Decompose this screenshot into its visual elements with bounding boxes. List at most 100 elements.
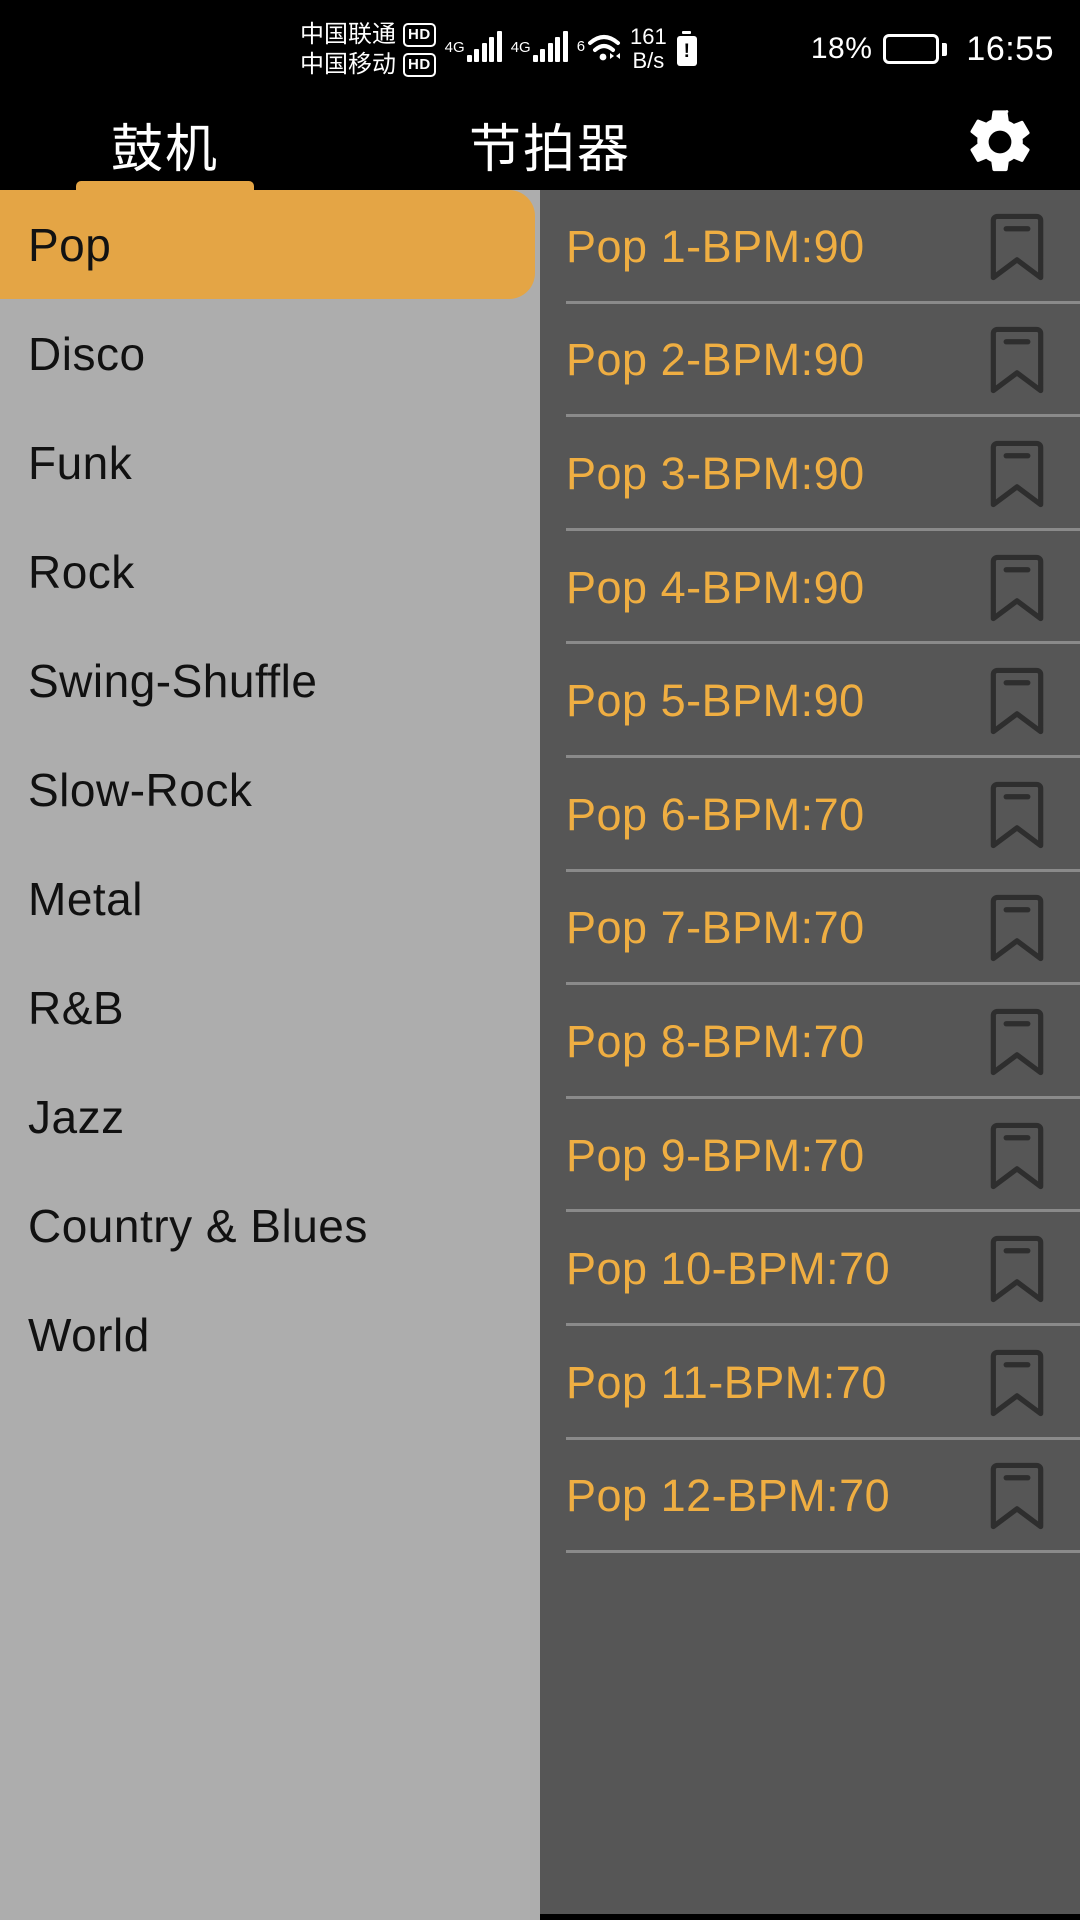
bookmark-icon[interactable] bbox=[978, 662, 1056, 740]
tab-metronome[interactable]: 节拍器 bbox=[330, 98, 770, 190]
battery-warning-body: ! bbox=[676, 36, 697, 66]
sidebar-item-slow-rock[interactable]: Slow-Rock bbox=[0, 735, 540, 844]
bookmark-icon[interactable] bbox=[978, 1230, 1056, 1308]
pattern-row[interactable]: Pop 8-BPM:70 bbox=[540, 985, 1080, 1099]
pattern-list[interactable]: Pop 1-BPM:90 Pop 2-BPM:90 Pop 3-BPM:90 Pop … bbox=[540, 190, 1080, 1920]
bookmark-icon[interactable] bbox=[978, 321, 1056, 399]
tab-drum-machine-label: 鼓机 bbox=[110, 120, 219, 179]
signal-bars-icon: 4G bbox=[444, 31, 502, 66]
bookmark-icon[interactable] bbox=[978, 435, 1056, 513]
bookmark-icon[interactable] bbox=[978, 1003, 1056, 1081]
sidebar-item-label: Jazz bbox=[28, 1090, 125, 1143]
network-generation-label: 4G bbox=[510, 39, 531, 56]
sidebar-item-label: Pop bbox=[28, 218, 112, 271]
row-divider bbox=[566, 1550, 1080, 1554]
sidebar-item-funk[interactable]: Funk bbox=[0, 408, 540, 517]
pattern-row[interactable]: Pop 12-BPM:70 bbox=[540, 1440, 1080, 1554]
carrier-labels: 中国联通 HD 中国移动 HD bbox=[300, 20, 436, 78]
network-generation-label: 4G bbox=[444, 39, 465, 56]
pattern-label: Pop 11-BPM:70 bbox=[566, 1356, 887, 1408]
pattern-label: Pop 6-BPM:70 bbox=[566, 788, 865, 840]
pattern-row[interactable]: Pop 1-BPM:90 bbox=[540, 190, 1080, 304]
battery-icon bbox=[883, 34, 948, 64]
clock-label: 16:55 bbox=[966, 29, 1054, 68]
network-speed: 161 B/s bbox=[630, 23, 667, 74]
bookmark-icon[interactable] bbox=[978, 889, 1056, 967]
sidebar-item-jazz[interactable]: Jazz bbox=[0, 1062, 540, 1171]
tab-metronome-label: 节拍器 bbox=[468, 120, 631, 179]
pattern-label: Pop 2-BPM:90 bbox=[566, 334, 865, 386]
sidebar-item-disco[interactable]: Disco bbox=[0, 299, 540, 408]
signal-bars-glyph bbox=[466, 31, 502, 62]
pattern-label: Pop 9-BPM:70 bbox=[566, 1129, 865, 1181]
bookmark-icon[interactable] bbox=[978, 1344, 1056, 1422]
sidebar-item-label: Slow-Rock bbox=[28, 763, 253, 816]
sidebar-item-label: Disco bbox=[28, 327, 146, 380]
pattern-row[interactable]: Pop 10-BPM:70 bbox=[540, 1212, 1080, 1326]
sidebar-item-country-blues[interactable]: Country & Blues bbox=[0, 1171, 540, 1280]
pattern-row[interactable]: Pop 5-BPM:90 bbox=[540, 644, 1080, 758]
sidebar-item-metal[interactable]: Metal bbox=[0, 844, 540, 953]
sidebar-item-r-b[interactable]: R&B bbox=[0, 953, 540, 1062]
bookmark-icon[interactable] bbox=[978, 549, 1056, 627]
pattern-label: Pop 10-BPM:70 bbox=[566, 1243, 891, 1295]
pattern-label: Pop 8-BPM:70 bbox=[566, 1015, 865, 1067]
pattern-row[interactable]: Pop 11-BPM:70 bbox=[540, 1326, 1080, 1440]
battery-warning-cap bbox=[682, 31, 692, 34]
pattern-label: Pop 3-BPM:90 bbox=[566, 447, 865, 499]
hd-badge: HD bbox=[403, 23, 436, 47]
signal-bars-icon: 4G bbox=[510, 31, 568, 66]
main-content: Pop Disco Funk Rock Swing-Shuffle Slow-Rock Me… bbox=[0, 190, 1080, 1920]
bottom-strip bbox=[540, 1914, 1080, 1920]
battery-shell bbox=[883, 34, 940, 64]
status-bar-center-group: 中国联通 HD 中国移动 HD 4G 4G 6 161 B/s ! bbox=[300, 0, 698, 98]
pattern-label: Pop 1-BPM:90 bbox=[566, 220, 865, 272]
pattern-label: Pop 5-BPM:90 bbox=[566, 675, 865, 727]
status-bar: 中国联通 HD 中国移动 HD 4G 4G 6 161 B/s ! 18% 16… bbox=[0, 0, 1080, 98]
sidebar-item-pop[interactable]: Pop bbox=[0, 190, 540, 299]
carrier-name: 中国联通 bbox=[300, 21, 396, 48]
bookmark-icon[interactable] bbox=[978, 208, 1056, 286]
carrier-name: 中国移动 bbox=[300, 51, 396, 78]
signal-bars-glyph bbox=[532, 31, 568, 62]
pattern-row[interactable]: Pop 9-BPM:70 bbox=[540, 1099, 1080, 1213]
sidebar-item-label: Country & Blues bbox=[28, 1199, 368, 1252]
tab-drum-machine[interactable]: 鼓机 bbox=[0, 98, 330, 190]
wifi-icon: 6 bbox=[577, 32, 621, 66]
gear-icon bbox=[962, 104, 1038, 185]
pattern-row[interactable]: Pop 2-BPM:90 bbox=[540, 304, 1080, 418]
settings-button[interactable] bbox=[960, 104, 1040, 184]
bookmark-icon[interactable] bbox=[978, 1457, 1056, 1535]
battery-percent-label: 18% bbox=[810, 32, 873, 65]
carrier-row: 中国联通 HD bbox=[300, 22, 436, 48]
status-bar-right-group: 18% 16:55 bbox=[811, 0, 1054, 98]
sidebar-item-label: Metal bbox=[28, 872, 143, 925]
carrier-row: 中国移动 HD bbox=[300, 52, 436, 78]
pattern-label: Pop 12-BPM:70 bbox=[566, 1470, 891, 1522]
sidebar-item-label: World bbox=[28, 1308, 150, 1361]
sidebar-item-swing-shuffle[interactable]: Swing-Shuffle bbox=[0, 626, 540, 735]
network-speed-value: 161 bbox=[630, 23, 667, 49]
pattern-row[interactable]: Pop 7-BPM:70 bbox=[540, 872, 1080, 986]
battery-nub bbox=[942, 42, 948, 56]
tab-active-indicator bbox=[76, 181, 254, 190]
bookmark-icon[interactable] bbox=[978, 1117, 1056, 1195]
hd-badge: HD bbox=[403, 53, 436, 77]
bookmark-icon[interactable] bbox=[978, 776, 1056, 854]
sidebar-item-rock[interactable]: Rock bbox=[0, 517, 540, 626]
sidebar-item-label: Funk bbox=[28, 436, 133, 489]
sidebar-item-world[interactable]: World bbox=[0, 1280, 540, 1389]
pattern-label: Pop 4-BPM:90 bbox=[566, 561, 865, 613]
battery-warning-icon: ! bbox=[676, 31, 698, 67]
pattern-row[interactable]: Pop 6-BPM:70 bbox=[540, 758, 1080, 872]
sidebar-item-label: R&B bbox=[28, 981, 125, 1034]
battery-warning-mark: ! bbox=[683, 40, 690, 62]
genre-sidebar[interactable]: Pop Disco Funk Rock Swing-Shuffle Slow-Rock Me… bbox=[0, 190, 540, 1920]
wifi-glyph bbox=[587, 32, 621, 62]
pattern-label: Pop 7-BPM:70 bbox=[566, 902, 865, 954]
pattern-row[interactable]: Pop 3-BPM:90 bbox=[540, 417, 1080, 531]
wifi-generation-label: 6 bbox=[576, 38, 586, 55]
sidebar-item-label: Swing-Shuffle bbox=[28, 654, 318, 707]
app-screen: 中国联通 HD 中国移动 HD 4G 4G 6 161 B/s ! 18% 16… bbox=[0, 0, 1080, 1920]
pattern-row[interactable]: Pop 4-BPM:90 bbox=[540, 531, 1080, 645]
